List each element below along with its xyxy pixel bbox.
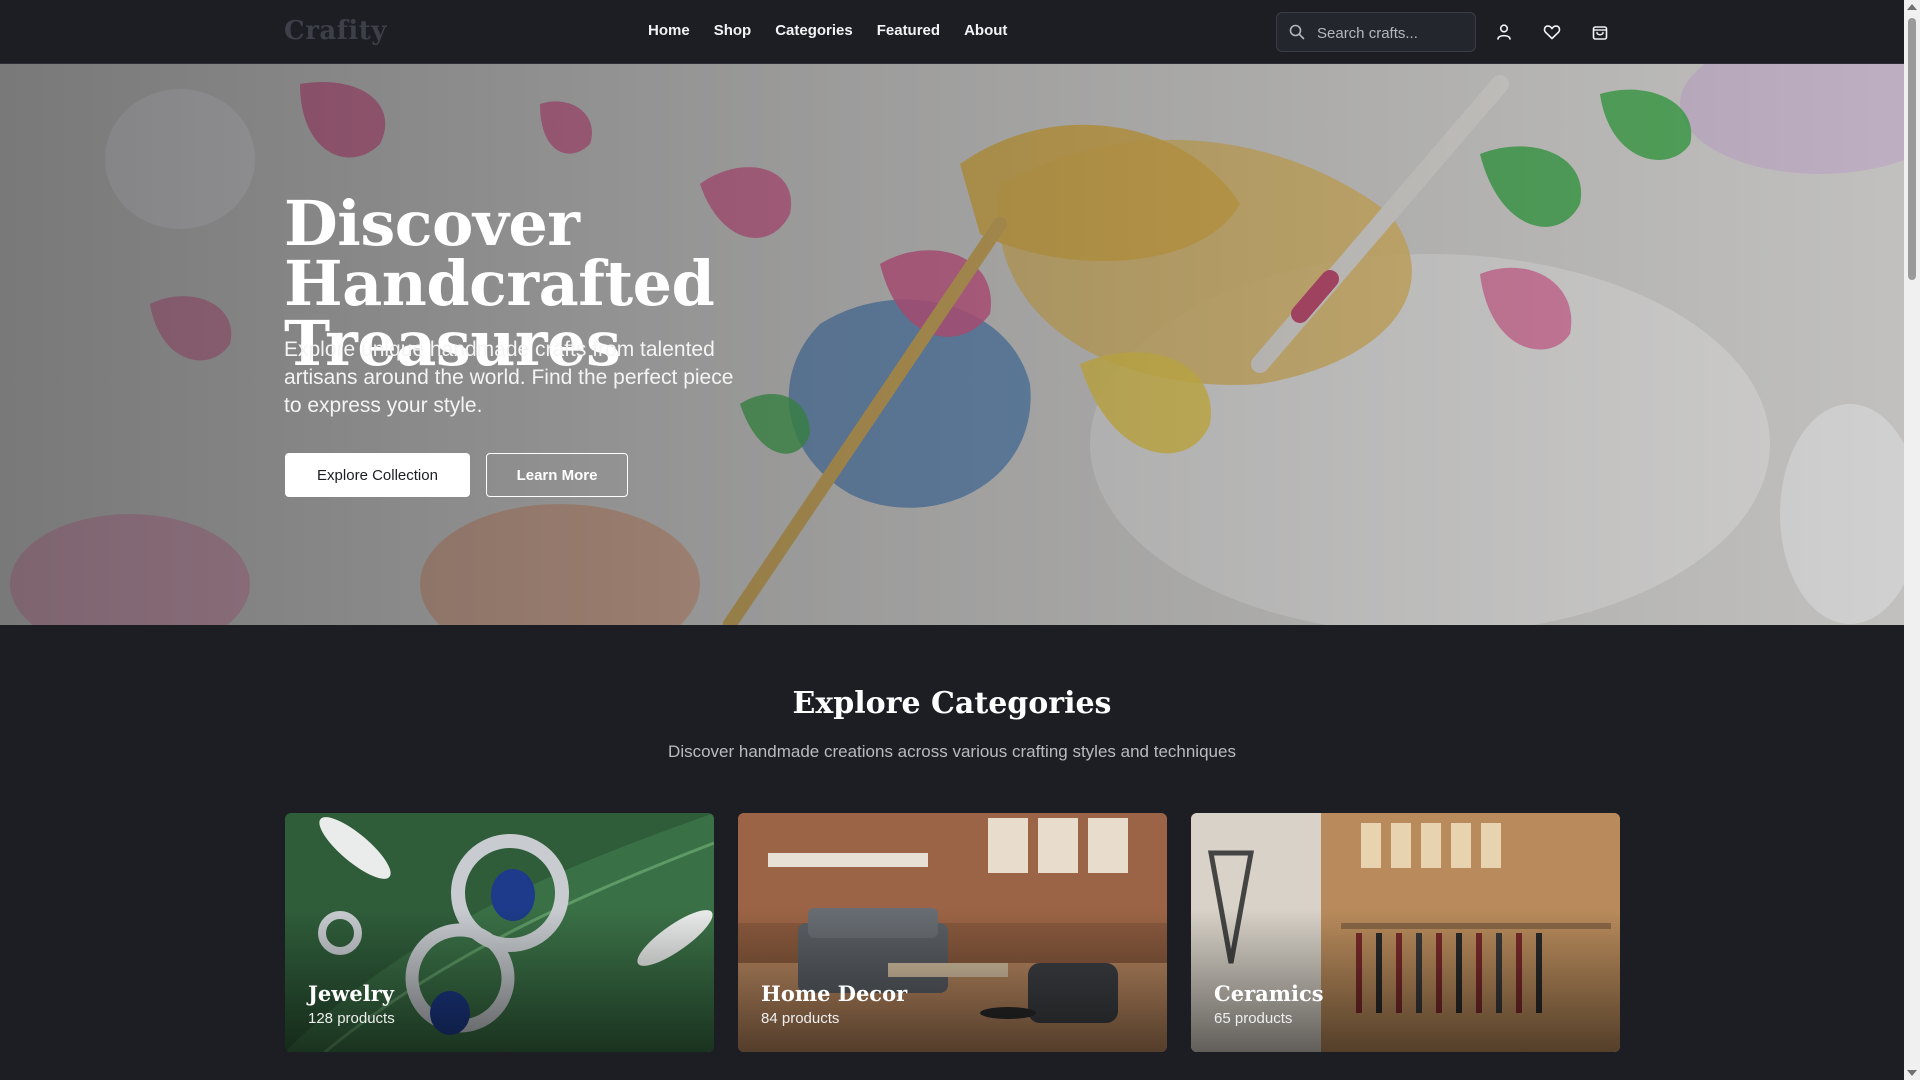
page-scrollbar[interactable] [1904,0,1920,1080]
categories-subtitle: Discover handmade creations across vario… [668,742,1236,761]
explore-collection-button[interactable]: Explore Collection [285,453,470,497]
category-count: 84 products [761,1010,840,1027]
category-count: 65 products [1214,1010,1293,1027]
category-title: Home Decor [761,981,908,1006]
hero-subtitle: Explore unique handmade crafts from tale… [284,338,734,417]
category-card-home-decor[interactable]: Home Decor 84 products [738,813,1167,1052]
hero-section: Discover Handcrafted Treasures Explore u… [0,64,1904,625]
category-card-jewelry[interactable]: Jewelry 128 products [285,813,714,1052]
nav-about[interactable]: About [964,22,1007,39]
search-input[interactable] [1317,21,1467,45]
nav-shop[interactable]: Shop [714,22,752,39]
nav-categories[interactable]: Categories [775,22,853,39]
nav-featured[interactable]: Featured [877,22,940,39]
category-title: Ceramics [1214,981,1324,1006]
scroll-up-arrow-icon[interactable] [1907,4,1917,10]
cart-icon[interactable] [1590,22,1610,42]
site-logo[interactable]: Crafity [284,16,387,46]
search-icon [1289,24,1305,40]
learn-more-button[interactable]: Learn More [486,453,628,497]
heart-icon[interactable] [1542,22,1562,42]
scroll-thumb[interactable] [1908,18,1916,280]
search-box [1276,12,1476,52]
user-icon[interactable] [1494,22,1514,42]
category-title: Jewelry [308,981,394,1006]
category-card-ceramics[interactable]: Ceramics 65 products [1191,813,1620,1052]
scroll-down-arrow-icon[interactable] [1907,1070,1917,1076]
site-header: Crafity Home Shop Categories Featured Ab… [0,0,1904,64]
main-nav: Home Shop Categories Featured About [648,22,1007,39]
categories-title: Explore Categories [792,686,1112,721]
nav-home[interactable]: Home [648,22,690,39]
category-count: 128 products [308,1010,395,1027]
page: Crafity Home Shop Categories Featured Ab… [0,0,1904,1080]
